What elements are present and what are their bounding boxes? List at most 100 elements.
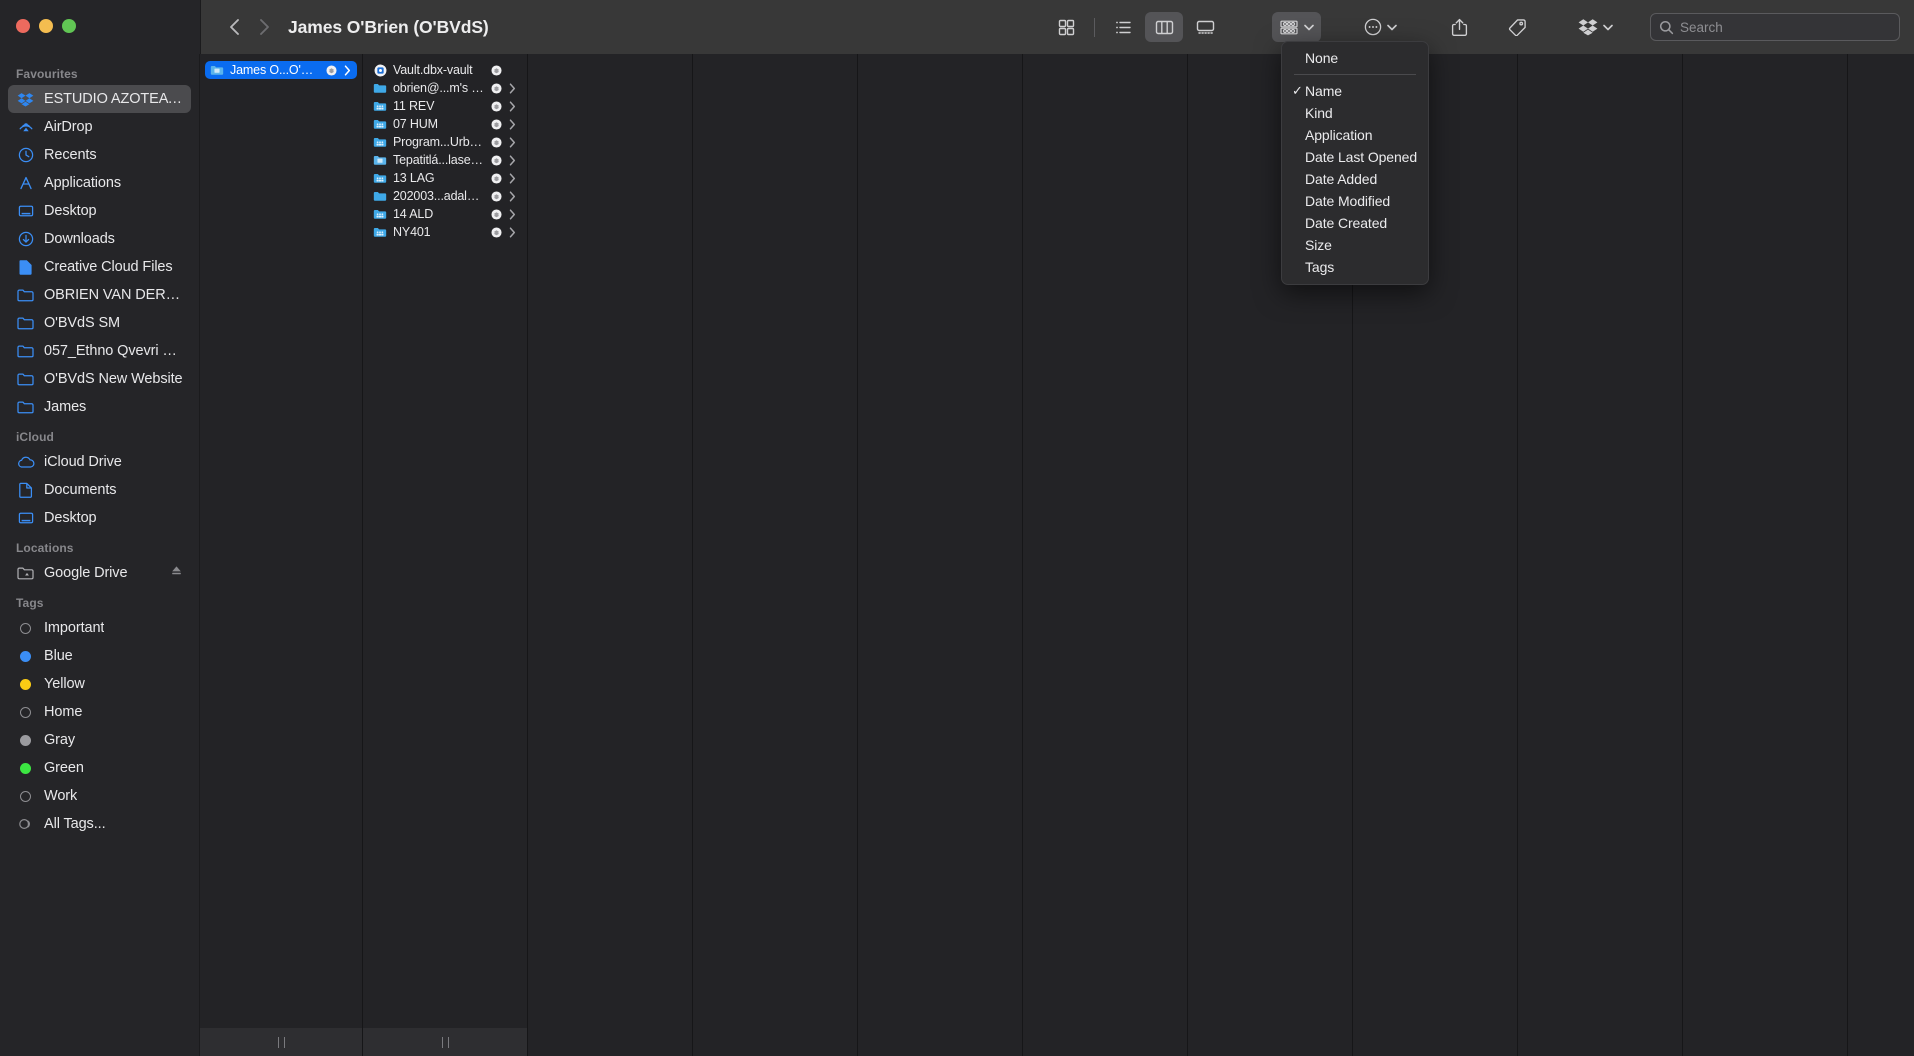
sidebar-item-obvds-sm[interactable]: O'BVdS SM: [8, 309, 191, 337]
list-view-button[interactable]: [1104, 12, 1142, 42]
column-view-button[interactable]: [1145, 12, 1183, 42]
menu-item-date-created[interactable]: Date Created: [1282, 212, 1428, 234]
disclosure-chevron-icon: [508, 209, 517, 220]
minimize-button[interactable]: [39, 19, 53, 33]
edit-tags-button[interactable]: [1505, 12, 1530, 42]
column-item-07-hum[interactable]: 07 HUM: [368, 115, 522, 133]
sidebar-item-recents[interactable]: Recents: [8, 141, 191, 169]
gallery-view-button[interactable]: [1186, 12, 1224, 42]
sidebar-item-james[interactable]: James: [8, 393, 191, 421]
sidebar-item-tag-work[interactable]: Work: [8, 782, 191, 810]
menu-item-tags[interactable]: Tags: [1282, 256, 1428, 278]
menu-item-date-last-opened[interactable]: Date Last Opened: [1282, 146, 1428, 168]
column-9[interactable]: [1518, 54, 1683, 1056]
sidebar-item-icloud-drive[interactable]: iCloud Drive: [8, 448, 191, 476]
desktop-icon: [16, 202, 35, 221]
sidebar-item-tag-important[interactable]: Important: [8, 614, 191, 642]
menu-item-label: Name: [1305, 83, 1342, 99]
sidebar-item-obvds-new-website[interactable]: O'BVdS New Website: [8, 365, 191, 393]
sidebar-item-estudio-azotea-dropbox[interactable]: ESTUDIO AZOTEA Dro...: [8, 85, 191, 113]
menu-item-date-added[interactable]: Date Added: [1282, 168, 1428, 190]
sidebar-item-all-tags[interactable]: All Tags...: [8, 810, 191, 838]
sidebar-item-label: Green: [44, 760, 84, 776]
column-item-13-lag[interactable]: 13 LAG: [368, 169, 522, 187]
column-item-ny401[interactable]: NY401: [368, 223, 522, 241]
column-3[interactable]: [528, 54, 693, 1056]
menu-item-date-modified[interactable]: Date Modified: [1282, 190, 1428, 212]
action-menu-button[interactable]: [1361, 12, 1400, 42]
dropbox-folder-icon: [373, 153, 387, 167]
sidebar-item-creative-cloud-files[interactable]: Creative Cloud Files: [8, 253, 191, 281]
column-item-obrien-files[interactable]: obrien@...m's files: [368, 79, 522, 97]
sidebar-item-google-drive[interactable]: Google Drive: [8, 559, 191, 587]
dropbox-button[interactable]: [1575, 12, 1616, 42]
column-item-14-ald[interactable]: 14 ALD: [368, 205, 522, 223]
menu-item-application[interactable]: Application: [1282, 124, 1428, 146]
sidebar-item-tag-gray[interactable]: Gray: [8, 726, 191, 754]
chevron-down-icon: [1304, 24, 1314, 31]
column-item-11-rev[interactable]: 11 REV: [368, 97, 522, 115]
sidebar-item-tag-green[interactable]: Green: [8, 754, 191, 782]
disclosure-chevron-icon: [508, 137, 517, 148]
toolbar: James O'Brien (O'BVdS): [200, 0, 1914, 54]
sidebar-item-label: 057_Ethno Qvevri House: [44, 343, 183, 359]
icon-view-button[interactable]: [1047, 12, 1085, 42]
dropbox-icon: [16, 90, 35, 109]
column-1[interactable]: James O...O'BVdS): [200, 54, 363, 1056]
column-4[interactable]: [693, 54, 858, 1056]
disclosure-chevron-icon: [508, 155, 517, 166]
group-by-menu[interactable]: None ✓ Name Kind Application Date Last O…: [1281, 41, 1429, 285]
sidebar-item-downloads[interactable]: Downloads: [8, 225, 191, 253]
sidebar-item-icloud-desktop[interactable]: Desktop: [8, 504, 191, 532]
folder-icon: [16, 286, 35, 305]
sidebar-item-tag-blue[interactable]: Blue: [8, 642, 191, 670]
sidebar-item-applications[interactable]: Applications: [8, 169, 191, 197]
folder-icon: [373, 189, 387, 203]
sidebar-item-obrien-van-der-ste[interactable]: OBRIEN VAN DER STE...: [8, 281, 191, 309]
menu-item-name[interactable]: ✓ Name: [1282, 80, 1428, 102]
column-item-tepatitlan-clase-azul[interactable]: Tepatitlá...lase Azul: [368, 151, 522, 169]
column-11[interactable]: [1848, 54, 1914, 1056]
sidebar-item-tag-home[interactable]: Home: [8, 698, 191, 726]
sidebar-item-label: Recents: [44, 147, 97, 163]
column-item-label: NY401: [393, 225, 485, 239]
eject-icon[interactable]: [170, 564, 183, 582]
menu-item-label: Date Modified: [1305, 193, 1390, 209]
zoom-button[interactable]: [62, 19, 76, 33]
dropbox-folder-icon: [210, 63, 224, 77]
back-button[interactable]: [219, 12, 249, 42]
column-item-label: 202003...adalajara: [393, 189, 485, 203]
group-by-button[interactable]: [1272, 12, 1321, 42]
menu-item-label: Tags: [1305, 259, 1334, 275]
sidebar-item-icloud-documents[interactable]: Documents: [8, 476, 191, 504]
menu-item-size[interactable]: Size: [1282, 234, 1428, 256]
column-resize-handle-2[interactable]: [363, 1028, 527, 1056]
column-item-james-obrien[interactable]: James O...O'BVdS): [205, 61, 357, 79]
column-5[interactable]: [858, 54, 1023, 1056]
column-item-202003-guadalajara[interactable]: 202003...adalajara: [368, 187, 522, 205]
column-item-programa-urbana[interactable]: Program...Urbana: [368, 133, 522, 151]
menu-item-label: Date Last Opened: [1305, 149, 1417, 165]
forward-button[interactable]: [249, 12, 279, 42]
sidebar[interactable]: Favourites ESTUDIO AZOTEA Dro...: [0, 54, 200, 1056]
disclosure-chevron-icon: [508, 83, 517, 94]
sidebar-item-label: Home: [44, 704, 82, 720]
column-resize-handle-1[interactable]: [200, 1028, 362, 1056]
sidebar-item-desktop[interactable]: Desktop: [8, 197, 191, 225]
share-button[interactable]: [1448, 12, 1471, 42]
column-2[interactable]: Vault.dbx-vault obrien@...m's files: [363, 54, 528, 1056]
sidebar-item-label: Applications: [44, 175, 121, 191]
column-item-label: obrien@...m's files: [393, 81, 485, 95]
sidebar-item-tag-yellow[interactable]: Yellow: [8, 670, 191, 698]
menu-item-none[interactable]: None: [1282, 47, 1428, 69]
column-10[interactable]: [1683, 54, 1848, 1056]
column-item-vault-dbx-vault[interactable]: Vault.dbx-vault: [368, 61, 522, 79]
external-drive-icon: [16, 564, 35, 583]
menu-item-kind[interactable]: Kind: [1282, 102, 1428, 124]
close-button[interactable]: [16, 19, 30, 33]
sidebar-item-airdrop[interactable]: AirDrop: [8, 113, 191, 141]
column-browser: James O...O'BVdS): [200, 54, 1914, 1056]
sidebar-item-057-ethno-qvevri-house[interactable]: 057_Ethno Qvevri House: [8, 337, 191, 365]
search-field[interactable]: Search: [1650, 13, 1900, 41]
column-6[interactable]: [1023, 54, 1188, 1056]
